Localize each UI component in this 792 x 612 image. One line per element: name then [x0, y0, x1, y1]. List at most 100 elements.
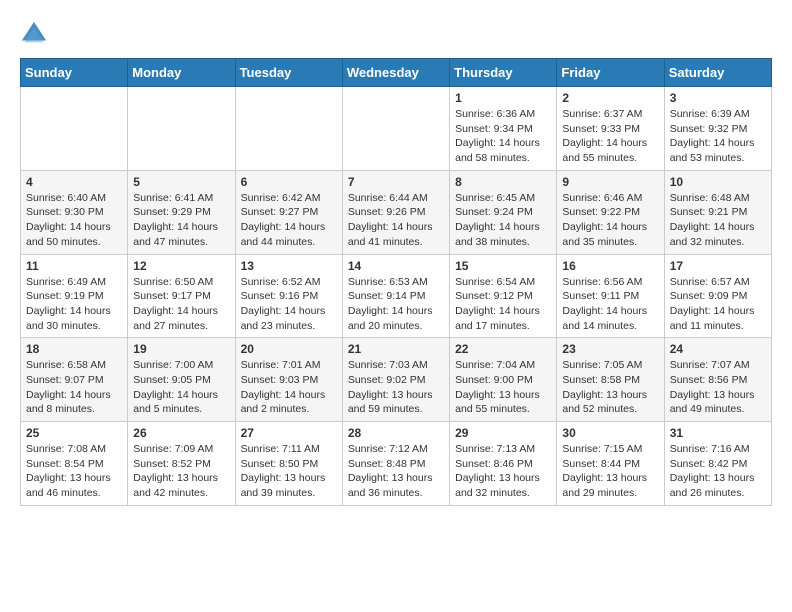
calendar-week-4: 25Sunrise: 7:08 AM Sunset: 8:54 PM Dayli…	[21, 422, 772, 506]
day-info: Sunrise: 7:00 AM Sunset: 9:05 PM Dayligh…	[133, 358, 229, 417]
day-info: Sunrise: 6:40 AM Sunset: 9:30 PM Dayligh…	[26, 191, 122, 250]
day-info: Sunrise: 7:05 AM Sunset: 8:58 PM Dayligh…	[562, 358, 658, 417]
calendar-cell	[128, 87, 235, 171]
day-number: 16	[562, 259, 658, 273]
day-number: 28	[348, 426, 444, 440]
day-number: 9	[562, 175, 658, 189]
calendar-cell: 22 Sunrise: 7:04 AM Sunset: 9:00 PM Dayli…	[450, 338, 557, 422]
column-header-friday: Friday	[557, 59, 664, 87]
day-info: Sunrise: 6:42 AM Sunset: 9:27 PM Dayligh…	[241, 191, 337, 250]
day-number: 12	[133, 259, 229, 273]
column-header-monday: Monday	[128, 59, 235, 87]
day-info: Sunrise: 6:36 AM Sunset: 9:34 PM Dayligh…	[455, 107, 551, 166]
calendar-cell	[235, 87, 342, 171]
calendar-cell: 1 Sunrise: 6:36 AM Sunset: 9:34 PM Daylig…	[450, 87, 557, 171]
day-number: 27	[241, 426, 337, 440]
day-info: Sunrise: 7:09 AM Sunset: 8:52 PM Dayligh…	[133, 442, 229, 501]
day-info: Sunrise: 6:49 AM Sunset: 9:19 PM Dayligh…	[26, 275, 122, 334]
day-number: 2	[562, 91, 658, 105]
day-number: 30	[562, 426, 658, 440]
calendar-cell: 10 Sunrise: 6:48 AM Sunset: 9:21 PM Dayli…	[664, 170, 771, 254]
day-info: Sunrise: 6:44 AM Sunset: 9:26 PM Dayligh…	[348, 191, 444, 250]
calendar-cell: 7 Sunrise: 6:44 AM Sunset: 9:26 PM Daylig…	[342, 170, 449, 254]
day-info: Sunrise: 6:52 AM Sunset: 9:16 PM Dayligh…	[241, 275, 337, 334]
day-number: 24	[670, 342, 766, 356]
day-info: Sunrise: 7:13 AM Sunset: 8:46 PM Dayligh…	[455, 442, 551, 501]
day-info: Sunrise: 7:11 AM Sunset: 8:50 PM Dayligh…	[241, 442, 337, 501]
day-info: Sunrise: 6:41 AM Sunset: 9:29 PM Dayligh…	[133, 191, 229, 250]
day-number: 20	[241, 342, 337, 356]
day-info: Sunrise: 7:04 AM Sunset: 9:00 PM Dayligh…	[455, 358, 551, 417]
day-number: 17	[670, 259, 766, 273]
calendar-cell: 2 Sunrise: 6:37 AM Sunset: 9:33 PM Daylig…	[557, 87, 664, 171]
day-info: Sunrise: 6:58 AM Sunset: 9:07 PM Dayligh…	[26, 358, 122, 417]
calendar-cell: 19 Sunrise: 7:00 AM Sunset: 9:05 PM Dayli…	[128, 338, 235, 422]
day-number: 29	[455, 426, 551, 440]
calendar-cell: 18 Sunrise: 6:58 AM Sunset: 9:07 PM Dayli…	[21, 338, 128, 422]
day-number: 1	[455, 91, 551, 105]
calendar-cell: 5 Sunrise: 6:41 AM Sunset: 9:29 PM Daylig…	[128, 170, 235, 254]
calendar-cell	[342, 87, 449, 171]
day-info: Sunrise: 6:39 AM Sunset: 9:32 PM Dayligh…	[670, 107, 766, 166]
column-header-tuesday: Tuesday	[235, 59, 342, 87]
calendar-cell: 30 Sunrise: 7:15 AM Sunset: 8:44 PM Dayli…	[557, 422, 664, 506]
calendar-cell: 25Sunrise: 7:08 AM Sunset: 8:54 PM Dayli…	[21, 422, 128, 506]
day-number: 14	[348, 259, 444, 273]
day-info: Sunrise: 6:56 AM Sunset: 9:11 PM Dayligh…	[562, 275, 658, 334]
column-header-sunday: Sunday	[21, 59, 128, 87]
day-info: Sunrise: 7:08 AM Sunset: 8:54 PM Dayligh…	[26, 442, 122, 501]
calendar-cell: 17 Sunrise: 6:57 AM Sunset: 9:09 PM Dayli…	[664, 254, 771, 338]
calendar-week-2: 11Sunrise: 6:49 AM Sunset: 9:19 PM Dayli…	[21, 254, 772, 338]
calendar-cell: 21 Sunrise: 7:03 AM Sunset: 9:02 PM Dayli…	[342, 338, 449, 422]
calendar-week-0: 1 Sunrise: 6:36 AM Sunset: 9:34 PM Daylig…	[21, 87, 772, 171]
calendar-cell: 11Sunrise: 6:49 AM Sunset: 9:19 PM Dayli…	[21, 254, 128, 338]
calendar-cell: 20 Sunrise: 7:01 AM Sunset: 9:03 PM Dayli…	[235, 338, 342, 422]
calendar-cell: 12 Sunrise: 6:50 AM Sunset: 9:17 PM Dayli…	[128, 254, 235, 338]
day-number: 31	[670, 426, 766, 440]
day-number: 6	[241, 175, 337, 189]
calendar-cell: 3 Sunrise: 6:39 AM Sunset: 9:32 PM Daylig…	[664, 87, 771, 171]
day-info: Sunrise: 6:57 AM Sunset: 9:09 PM Dayligh…	[670, 275, 766, 334]
calendar-cell: 16 Sunrise: 6:56 AM Sunset: 9:11 PM Dayli…	[557, 254, 664, 338]
day-info: Sunrise: 7:15 AM Sunset: 8:44 PM Dayligh…	[562, 442, 658, 501]
calendar-cell: 28Sunrise: 7:12 AM Sunset: 8:48 PM Dayli…	[342, 422, 449, 506]
calendar-cell: 24 Sunrise: 7:07 AM Sunset: 8:56 PM Dayli…	[664, 338, 771, 422]
calendar-week-3: 18 Sunrise: 6:58 AM Sunset: 9:07 PM Dayli…	[21, 338, 772, 422]
calendar-header-row: SundayMondayTuesdayWednesdayThursdayFrid…	[21, 59, 772, 87]
day-info: Sunrise: 6:46 AM Sunset: 9:22 PM Dayligh…	[562, 191, 658, 250]
calendar: SundayMondayTuesdayWednesdayThursdayFrid…	[20, 58, 772, 506]
day-info: Sunrise: 7:01 AM Sunset: 9:03 PM Dayligh…	[241, 358, 337, 417]
day-info: Sunrise: 7:16 AM Sunset: 8:42 PM Dayligh…	[670, 442, 766, 501]
day-number: 3	[670, 91, 766, 105]
calendar-cell: 8Sunrise: 6:45 AM Sunset: 9:24 PM Daylig…	[450, 170, 557, 254]
day-number: 10	[670, 175, 766, 189]
day-info: Sunrise: 7:07 AM Sunset: 8:56 PM Dayligh…	[670, 358, 766, 417]
day-info: Sunrise: 6:48 AM Sunset: 9:21 PM Dayligh…	[670, 191, 766, 250]
calendar-cell: 14Sunrise: 6:53 AM Sunset: 9:14 PM Dayli…	[342, 254, 449, 338]
day-number: 15	[455, 259, 551, 273]
day-number: 21	[348, 342, 444, 356]
day-number: 7	[348, 175, 444, 189]
column-header-wednesday: Wednesday	[342, 59, 449, 87]
calendar-cell: 23Sunrise: 7:05 AM Sunset: 8:58 PM Dayli…	[557, 338, 664, 422]
day-number: 13	[241, 259, 337, 273]
day-info: Sunrise: 6:45 AM Sunset: 9:24 PM Dayligh…	[455, 191, 551, 250]
day-info: Sunrise: 7:03 AM Sunset: 9:02 PM Dayligh…	[348, 358, 444, 417]
day-number: 22	[455, 342, 551, 356]
calendar-cell: 13 Sunrise: 6:52 AM Sunset: 9:16 PM Dayli…	[235, 254, 342, 338]
calendar-cell: 9 Sunrise: 6:46 AM Sunset: 9:22 PM Daylig…	[557, 170, 664, 254]
calendar-cell: 4 Sunrise: 6:40 AM Sunset: 9:30 PM Daylig…	[21, 170, 128, 254]
day-info: Sunrise: 6:54 AM Sunset: 9:12 PM Dayligh…	[455, 275, 551, 334]
calendar-cell: 31 Sunrise: 7:16 AM Sunset: 8:42 PM Dayli…	[664, 422, 771, 506]
calendar-cell: 27 Sunrise: 7:11 AM Sunset: 8:50 PM Dayli…	[235, 422, 342, 506]
day-number: 4	[26, 175, 122, 189]
day-number: 19	[133, 342, 229, 356]
day-number: 18	[26, 342, 122, 356]
day-info: Sunrise: 6:37 AM Sunset: 9:33 PM Dayligh…	[562, 107, 658, 166]
calendar-cell: 6 Sunrise: 6:42 AM Sunset: 9:27 PM Daylig…	[235, 170, 342, 254]
logo-icon	[20, 20, 48, 48]
day-info: Sunrise: 6:50 AM Sunset: 9:17 PM Dayligh…	[133, 275, 229, 334]
calendar-cell	[21, 87, 128, 171]
calendar-cell: 26Sunrise: 7:09 AM Sunset: 8:52 PM Dayli…	[128, 422, 235, 506]
day-number: 5	[133, 175, 229, 189]
